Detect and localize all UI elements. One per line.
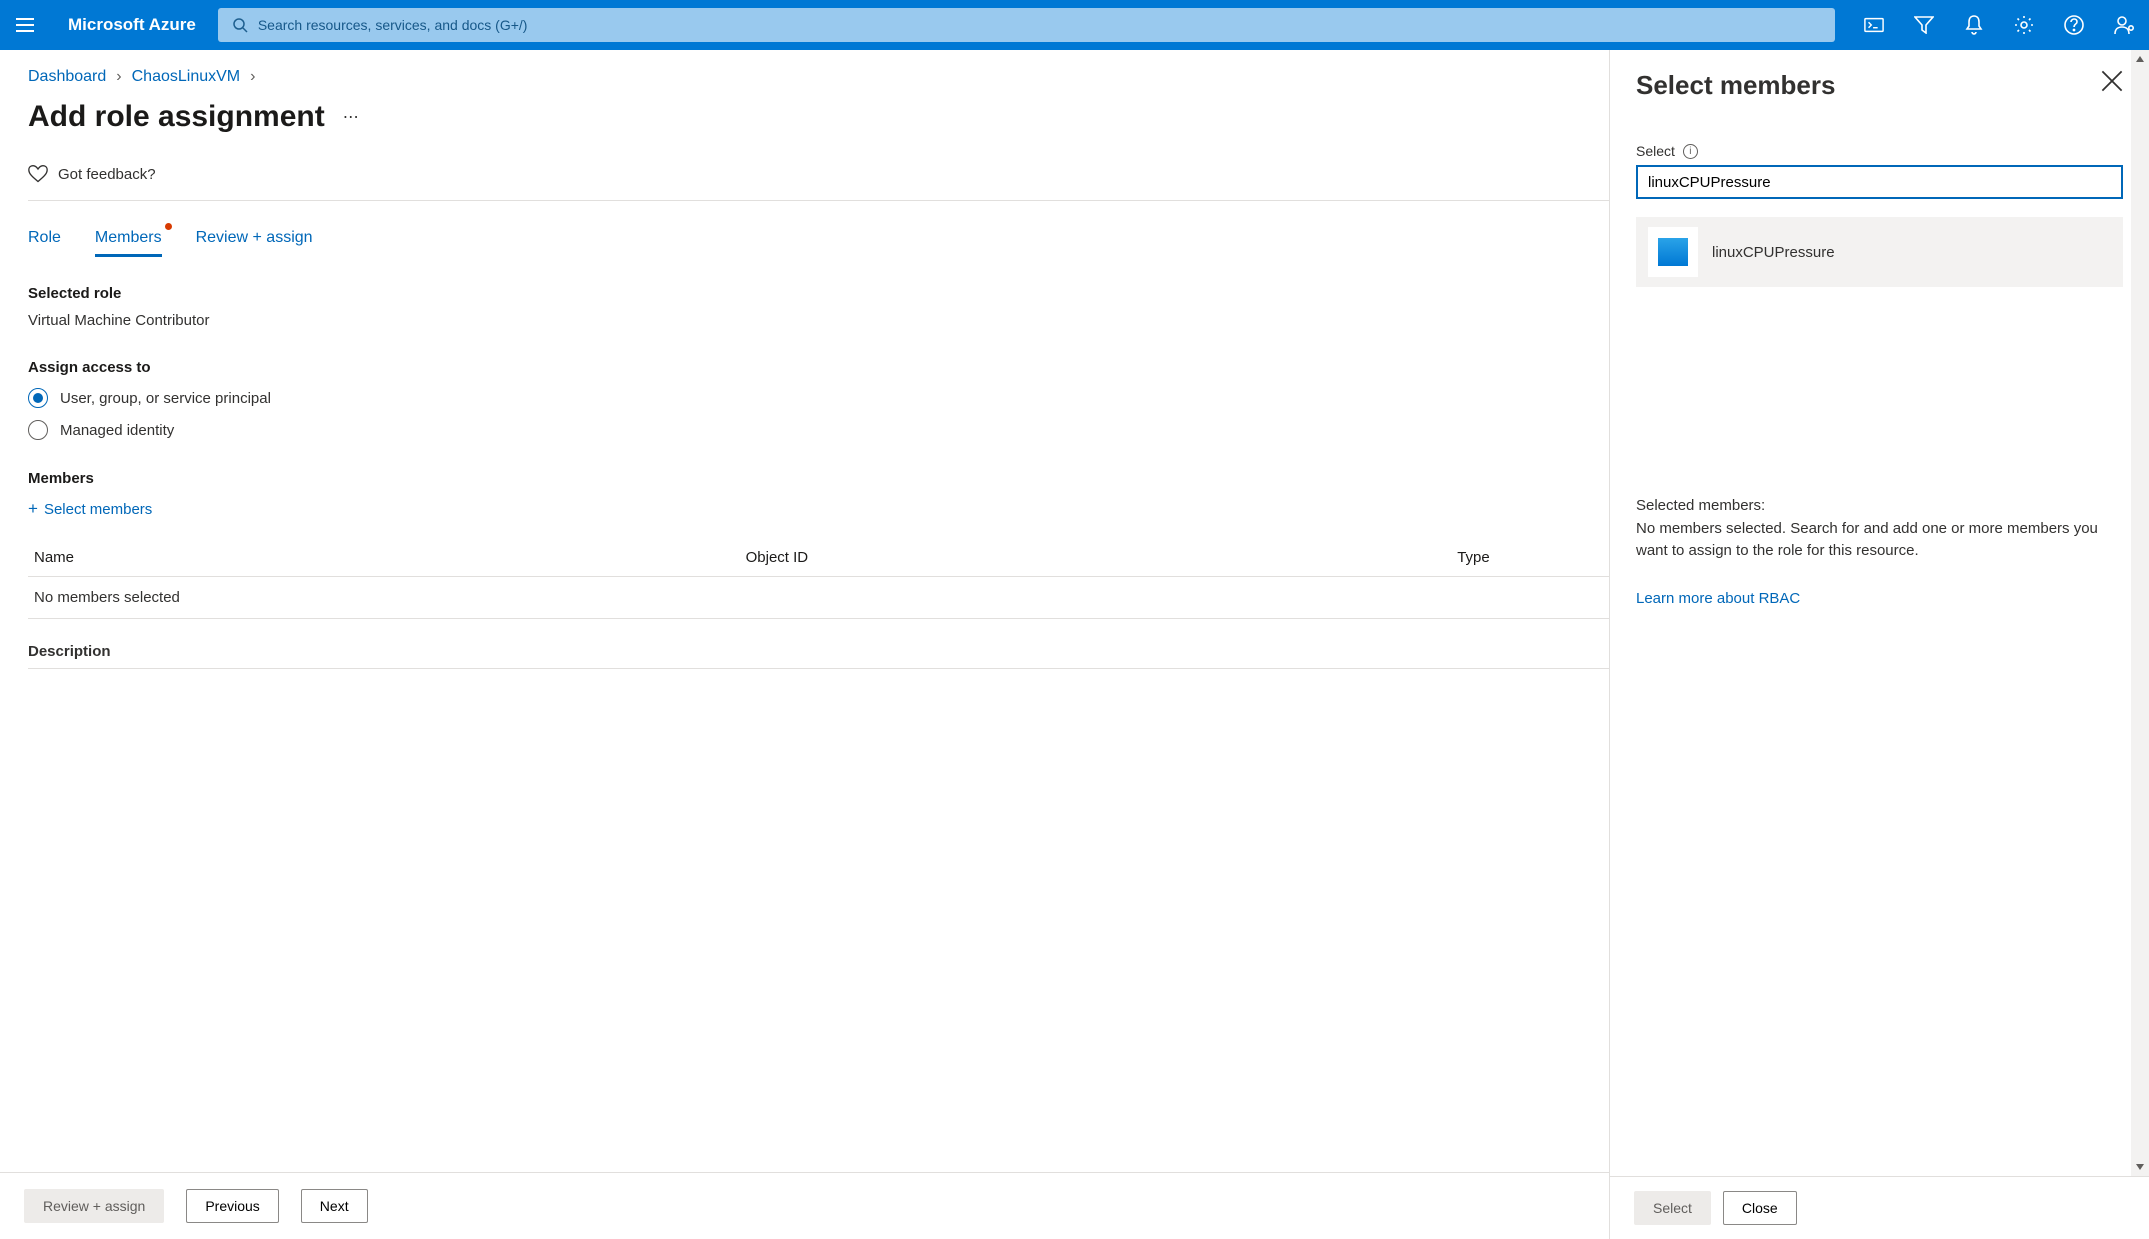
help-button[interactable] bbox=[2049, 0, 2099, 50]
info-icon[interactable]: i bbox=[1683, 144, 1698, 159]
panel-title: Select members bbox=[1636, 70, 1835, 101]
brand-label[interactable]: Microsoft Azure bbox=[50, 15, 218, 35]
chevron-right-icon: › bbox=[116, 68, 121, 86]
global-search[interactable]: Search resources, services, and docs (G+… bbox=[218, 8, 1835, 42]
radio-icon bbox=[28, 388, 48, 408]
radio-label: Managed identity bbox=[60, 422, 174, 439]
heart-icon bbox=[28, 164, 48, 184]
col-object-id: Object ID bbox=[740, 539, 1452, 577]
radio-label: User, group, or service principal bbox=[60, 390, 271, 407]
result-name: linuxCPUPressure bbox=[1712, 244, 1835, 261]
help-icon bbox=[2064, 15, 2084, 35]
page-title: Add role assignment bbox=[28, 100, 325, 134]
filter-icon bbox=[1914, 16, 1934, 34]
select-label: Select bbox=[1636, 143, 1675, 159]
gear-icon bbox=[2014, 15, 2034, 35]
bell-icon bbox=[1965, 15, 1983, 35]
breadcrumb-resource[interactable]: ChaosLinuxVM bbox=[132, 68, 241, 86]
next-button[interactable]: Next bbox=[301, 1189, 368, 1223]
result-icon bbox=[1648, 227, 1698, 277]
review-assign-button[interactable]: Review + assign bbox=[24, 1189, 164, 1223]
radio-icon bbox=[28, 420, 48, 440]
previous-button[interactable]: Previous bbox=[186, 1189, 278, 1223]
result-item[interactable]: linuxCPUPressure bbox=[1636, 217, 2123, 287]
cloud-shell-button[interactable] bbox=[1849, 0, 1899, 50]
select-members-panel: Select members Select i linuxCPUPressure… bbox=[1609, 50, 2149, 1239]
feedback-label: Got feedback? bbox=[58, 166, 156, 183]
settings-button[interactable] bbox=[1999, 0, 2049, 50]
panel-select-button[interactable]: Select bbox=[1634, 1191, 1711, 1225]
more-menu[interactable]: ⋯ bbox=[343, 107, 361, 127]
scrollbar[interactable] bbox=[2131, 50, 2149, 1176]
tab-indicator-dot bbox=[165, 223, 172, 230]
hamburger-icon bbox=[16, 18, 34, 32]
selected-members-label: Selected members: bbox=[1636, 497, 2123, 514]
scroll-down-icon[interactable] bbox=[2134, 1160, 2146, 1174]
selected-members-note: No members selected. Search for and add … bbox=[1636, 518, 2123, 562]
account-button[interactable] bbox=[2099, 0, 2149, 50]
col-name: Name bbox=[28, 539, 740, 577]
cloud-shell-icon bbox=[1864, 17, 1884, 33]
panel-close-button[interactable]: Close bbox=[1723, 1191, 1797, 1225]
chevron-right-icon: › bbox=[250, 68, 255, 86]
hamburger-menu[interactable] bbox=[0, 0, 50, 50]
breadcrumb-dashboard[interactable]: Dashboard bbox=[28, 68, 106, 86]
tab-role[interactable]: Role bbox=[28, 229, 61, 255]
directory-filter-button[interactable] bbox=[1899, 0, 1949, 50]
select-search-input[interactable] bbox=[1636, 165, 2123, 199]
notifications-button[interactable] bbox=[1949, 0, 1999, 50]
tab-review[interactable]: Review + assign bbox=[196, 229, 313, 255]
scroll-up-icon[interactable] bbox=[2134, 52, 2146, 66]
learn-more-link[interactable]: Learn more about RBAC bbox=[1636, 590, 2123, 607]
account-icon bbox=[2113, 15, 2135, 35]
search-icon bbox=[232, 17, 248, 33]
plus-icon: + bbox=[28, 499, 38, 519]
close-icon[interactable] bbox=[2101, 70, 2123, 92]
global-search-placeholder: Search resources, services, and docs (G+… bbox=[258, 17, 528, 33]
tab-members[interactable]: Members bbox=[95, 229, 162, 255]
